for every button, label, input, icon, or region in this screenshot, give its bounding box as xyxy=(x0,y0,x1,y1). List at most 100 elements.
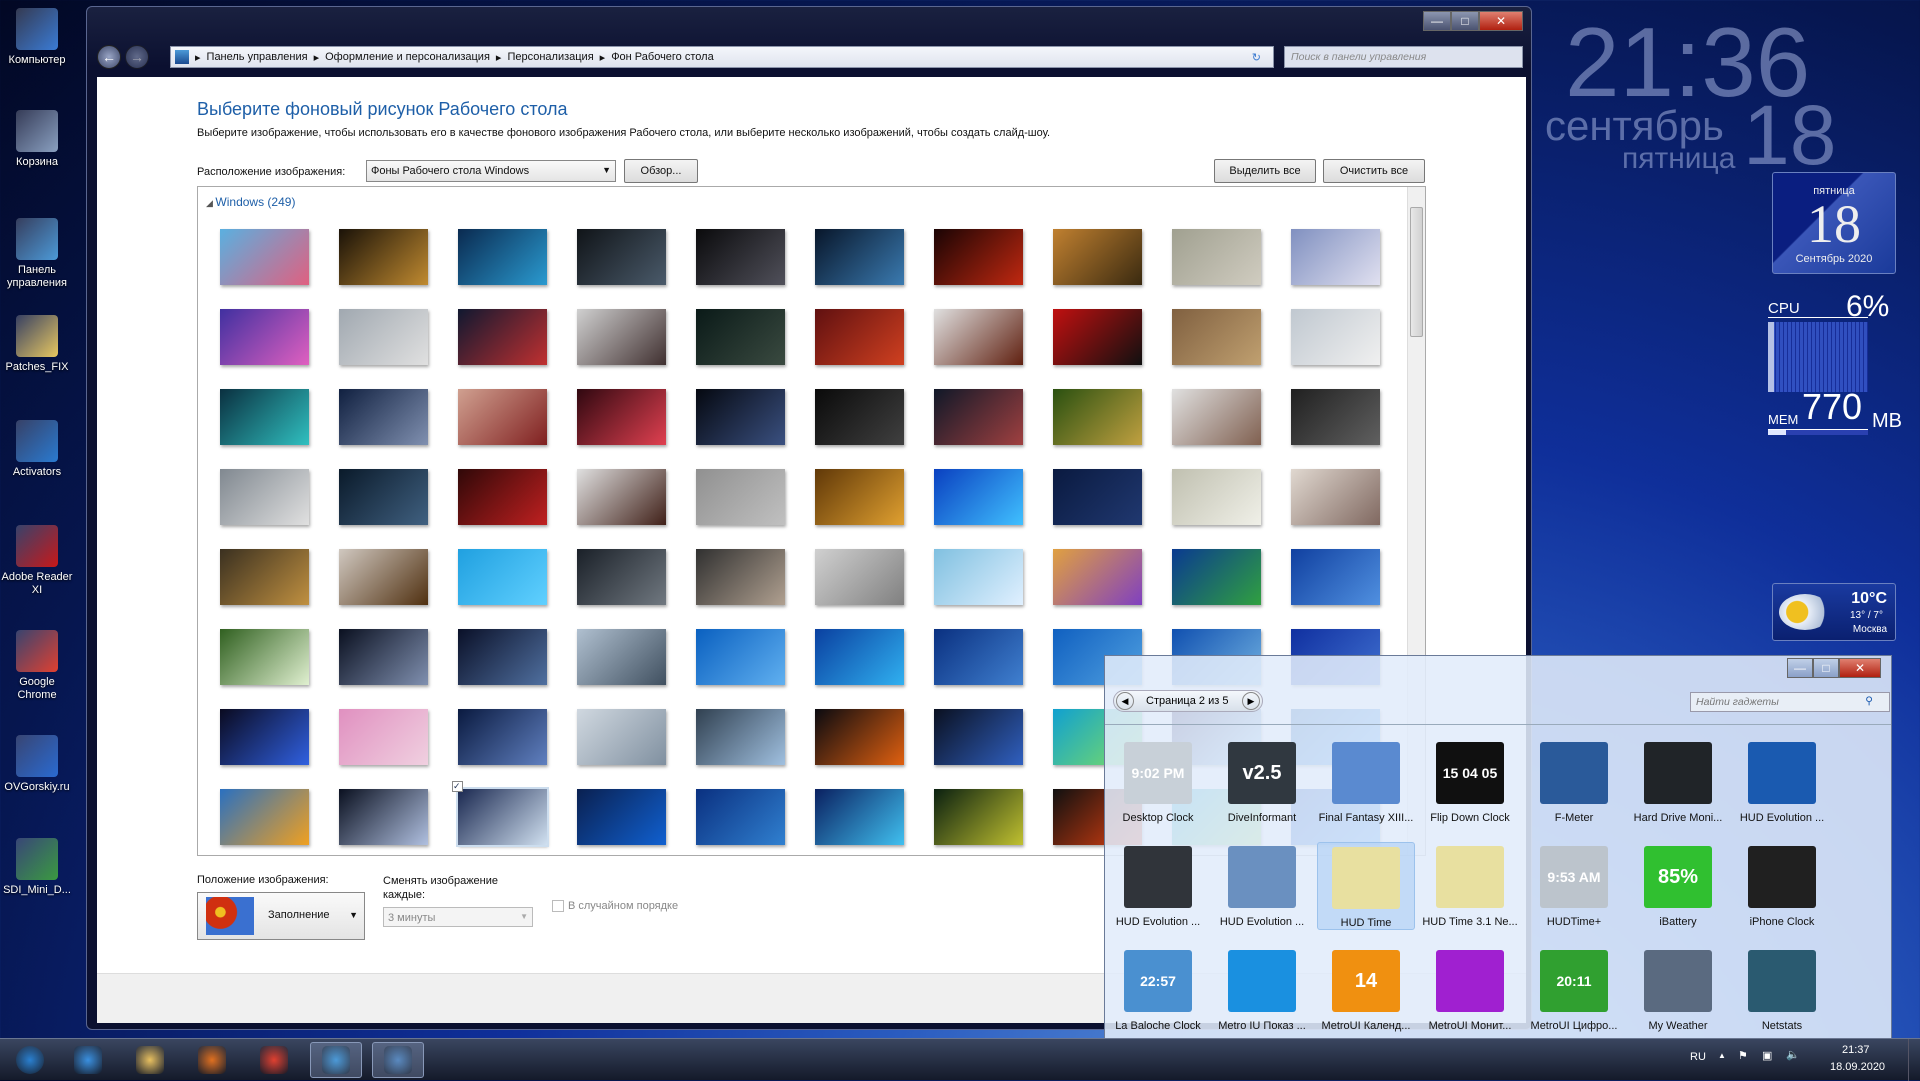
position-dropdown[interactable]: Заполнение ▼ xyxy=(197,892,365,940)
wallpaper-thumbnail[interactable] xyxy=(577,309,666,365)
network-icon[interactable]: ▣ xyxy=(1762,1049,1772,1062)
close-button[interactable]: ✕ xyxy=(1479,11,1523,31)
maximize-button[interactable]: □ xyxy=(1451,11,1479,31)
wallpaper-thumbnail[interactable] xyxy=(1291,389,1380,445)
interval-dropdown[interactable]: 3 минуты ▼ xyxy=(383,907,533,927)
refresh-icon[interactable]: ↻ xyxy=(1252,51,1261,64)
clear-all-button[interactable]: Очистить все xyxy=(1323,159,1425,183)
wallpaper-thumbnail[interactable] xyxy=(339,469,428,525)
wallpaper-thumbnail[interactable] xyxy=(1291,309,1380,365)
wallpaper-thumbnail[interactable] xyxy=(934,309,1023,365)
select-all-button[interactable]: Выделить все xyxy=(1214,159,1316,183)
wallpaper-thumbnail[interactable] xyxy=(1291,229,1380,285)
minimize-button[interactable]: — xyxy=(1423,11,1451,31)
breadcrumb-control-panel[interactable]: Панель управления xyxy=(207,51,308,63)
wallpaper-thumbnail[interactable] xyxy=(458,709,547,765)
wallpaper-thumbnail[interactable] xyxy=(339,549,428,605)
wallpaper-thumbnail[interactable] xyxy=(458,629,547,685)
tray-time[interactable]: 21:37 xyxy=(1842,1044,1870,1056)
wallpaper-thumbnail[interactable] xyxy=(577,389,666,445)
wallpaper-thumbnail[interactable] xyxy=(1172,229,1261,285)
action-center-flag-icon[interactable]: ⚑ xyxy=(1738,1049,1748,1062)
wallpaper-thumbnail[interactable] xyxy=(458,229,547,285)
breadcrumb-appearance[interactable]: Оформление и персонализация xyxy=(325,51,490,63)
search-input[interactable]: Поиск в панели управления xyxy=(1284,46,1523,68)
wallpaper-thumbnail[interactable] xyxy=(696,389,785,445)
breadcrumb-personalization[interactable]: Персонализация xyxy=(507,51,593,63)
clock-gadget[interactable]: 21:36 сентябрь 18 пятница xyxy=(1545,12,1900,182)
wallpaper-thumbnail[interactable] xyxy=(934,229,1023,285)
gadget-item[interactable]: HUD Evolution ... xyxy=(1733,738,1831,824)
desktop-icon[interactable]: SDI_Mini_D... xyxy=(0,838,74,897)
gadget-item[interactable]: Final Fantasy XIII... xyxy=(1317,738,1415,824)
wallpaper-thumbnail[interactable] xyxy=(815,629,904,685)
gadget-item[interactable]: My Weather xyxy=(1629,946,1727,1032)
gadget-item[interactable]: MetroUI Монит... xyxy=(1421,946,1519,1032)
show-hidden-icons[interactable]: ▲ xyxy=(1718,1051,1726,1060)
wallpaper-thumbnail[interactable] xyxy=(696,549,785,605)
desktop-icon[interactable]: Adobe Reader XI xyxy=(0,525,74,597)
gadget-item[interactable]: Netstats xyxy=(1733,946,1831,1032)
gadget-item[interactable]: HUD Time 3.1 Ne... xyxy=(1421,842,1519,928)
calendar-gadget[interactable]: пятница 18 Сентябрь 2020 xyxy=(1772,172,1896,274)
wallpaper-thumbnail[interactable] xyxy=(1291,549,1380,605)
browse-button[interactable]: Обзор... xyxy=(624,159,698,183)
wallpaper-thumbnail[interactable] xyxy=(934,469,1023,525)
address-bar[interactable]: ▸ Панель управления ▸ Оформление и персона… xyxy=(170,46,1274,68)
wallpaper-thumbnail[interactable] xyxy=(458,549,547,605)
wallpaper-thumbnail[interactable] xyxy=(220,309,309,365)
forward-button[interactable]: → xyxy=(125,45,149,69)
wallpaper-thumbnail[interactable] xyxy=(220,389,309,445)
wallpaper-thumbnail[interactable] xyxy=(220,789,309,845)
cpu-meter-gadget[interactable]: CPU 6% MEM 770 MB xyxy=(1768,290,1902,530)
wallpaper-thumbnail[interactable] xyxy=(458,389,547,445)
breadcrumb-desktop-background[interactable]: Фон Рабочего стола xyxy=(611,51,714,63)
wallpaper-thumbnail[interactable] xyxy=(339,789,428,845)
wallpaper-thumbnail[interactable] xyxy=(220,469,309,525)
wallpaper-thumbnail[interactable] xyxy=(577,229,666,285)
gadget-item[interactable]: F-Meter xyxy=(1525,738,1623,824)
wallpaper-thumbnail[interactable] xyxy=(1172,389,1261,445)
wallpaper-thumbnail[interactable] xyxy=(220,229,309,285)
wallpaper-thumbnail[interactable] xyxy=(696,309,785,365)
wallpaper-thumbnail[interactable] xyxy=(458,309,547,365)
wallpaper-thumbnail[interactable]: ✓ xyxy=(452,781,549,847)
gadget-item[interactable]: HUD Time xyxy=(1317,842,1415,930)
wallpaper-thumbnail[interactable] xyxy=(934,789,1023,845)
start-orb-taskbar-button[interactable] xyxy=(4,1042,56,1078)
media-player-taskbar-button[interactable] xyxy=(186,1042,238,1078)
desktop-icon[interactable]: Activators xyxy=(0,420,74,479)
wallpaper-thumbnail[interactable] xyxy=(696,469,785,525)
wallpaper-thumbnail[interactable] xyxy=(815,309,904,365)
wallpaper-thumbnail[interactable] xyxy=(220,709,309,765)
gadget-search-input[interactable]: Найти гаджеты ⚲ xyxy=(1690,692,1890,712)
back-button[interactable]: ← xyxy=(97,45,121,69)
wallpaper-thumbnail[interactable] xyxy=(934,549,1023,605)
weather-gadget[interactable]: 10°C 13° / 7° Москва xyxy=(1772,583,1896,641)
wallpaper-thumbnail[interactable] xyxy=(339,629,428,685)
next-page-button[interactable]: ▶ xyxy=(1242,692,1260,710)
wallpaper-thumbnail[interactable] xyxy=(696,789,785,845)
maximize-button[interactable]: □ xyxy=(1813,658,1839,678)
wallpaper-thumbnail[interactable] xyxy=(1291,469,1380,525)
gadgets-taskbar-button[interactable] xyxy=(372,1042,424,1078)
wallpaper-thumbnail[interactable] xyxy=(339,389,428,445)
wallpaper-thumbnail[interactable] xyxy=(220,629,309,685)
show-desktop-button[interactable] xyxy=(1908,1039,1920,1081)
wallpaper-thumbnail[interactable] xyxy=(934,629,1023,685)
wallpaper-thumbnail[interactable] xyxy=(815,229,904,285)
explorer-folder-taskbar-button[interactable] xyxy=(124,1042,176,1078)
wallpaper-thumbnail[interactable] xyxy=(696,629,785,685)
wallpaper-thumbnail[interactable] xyxy=(1053,309,1142,365)
desktop-icon[interactable]: Компьютер xyxy=(0,8,74,67)
wallpaper-thumbnail[interactable] xyxy=(696,709,785,765)
chrome-taskbar-button[interactable] xyxy=(248,1042,300,1078)
gadget-item[interactable]: HUD Evolution ... xyxy=(1213,842,1311,928)
scrollbar-thumb[interactable] xyxy=(1410,207,1423,337)
gadget-item[interactable]: 9:02 PM Desktop Clock xyxy=(1109,738,1207,824)
gadget-item[interactable]: 14 MetroUI Календ... xyxy=(1317,946,1415,1032)
wallpaper-thumbnail[interactable] xyxy=(1053,389,1142,445)
prev-page-button[interactable]: ◀ xyxy=(1116,692,1134,710)
internet-explorer-taskbar-button[interactable] xyxy=(62,1042,114,1078)
wallpaper-thumbnail[interactable] xyxy=(934,709,1023,765)
